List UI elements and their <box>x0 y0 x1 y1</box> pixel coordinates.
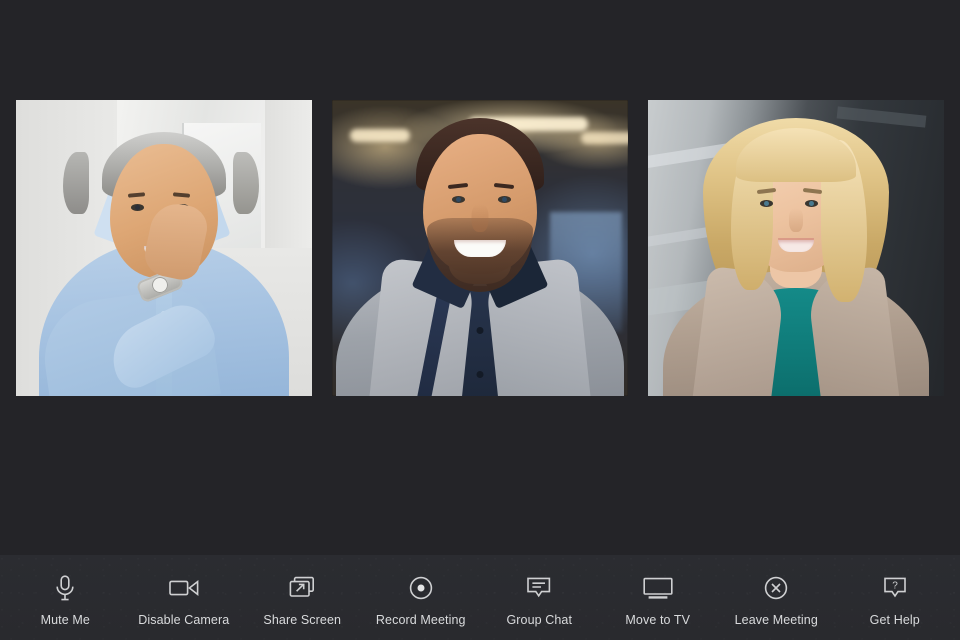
leave-meeting-button[interactable]: Leave Meeting <box>717 555 836 627</box>
move-to-tv-label: Move to TV <box>625 613 691 627</box>
svg-text:?: ? <box>892 580 898 591</box>
participant-tile-2[interactable]: Smiling young man with brown hair and be… <box>332 99 628 396</box>
share-screen-label: Share Screen <box>263 613 342 627</box>
record-meeting-button[interactable]: Record Meeting <box>362 555 481 627</box>
participant-tile-1[interactable]: Smiling middle-aged man with gray hair, … <box>16 99 312 396</box>
disable-camera-label: Disable Camera <box>138 613 230 627</box>
group-chat-button[interactable]: Group Chat <box>480 555 599 627</box>
tv-icon <box>641 573 675 603</box>
share-screen-button[interactable]: Share Screen <box>243 555 362 627</box>
record-icon <box>404 573 438 603</box>
person-figure-3 <box>648 100 944 396</box>
video-camera-icon <box>167 573 201 603</box>
participant-video-2 <box>332 99 628 396</box>
meeting-toolbar: Mute Me Disable Camera Share Screen Reco… <box>0 555 960 640</box>
group-chat-label: Group Chat <box>506 613 573 627</box>
microphone-icon <box>48 573 82 603</box>
video-conference-app: Smiling middle-aged man with gray hair, … <box>0 0 960 640</box>
participant-video-3 <box>648 99 944 396</box>
mute-me-button[interactable]: Mute Me <box>6 555 125 627</box>
move-to-tv-button[interactable]: Move to TV <box>599 555 718 627</box>
get-help-label: Get Help <box>869 613 920 627</box>
participant-video-1 <box>16 99 312 396</box>
close-circle-icon <box>759 573 793 603</box>
leave-meeting-label: Leave Meeting <box>734 613 818 627</box>
person-figure-2 <box>332 100 628 396</box>
participant-tile-3[interactable]: Smiling blonde woman with long wavy hair… <box>648 99 944 396</box>
chat-bubble-icon <box>522 573 556 603</box>
video-grid: Smiling middle-aged man with gray hair, … <box>0 0 960 640</box>
get-help-button[interactable]: ? Get Help <box>836 555 955 627</box>
record-meeting-label: Record Meeting <box>375 613 466 627</box>
help-bubble-icon: ? <box>878 573 912 603</box>
mute-me-label: Mute Me <box>40 613 90 627</box>
person-figure-1 <box>16 100 312 396</box>
disable-camera-button[interactable]: Disable Camera <box>125 555 244 627</box>
share-screen-icon <box>285 573 319 603</box>
